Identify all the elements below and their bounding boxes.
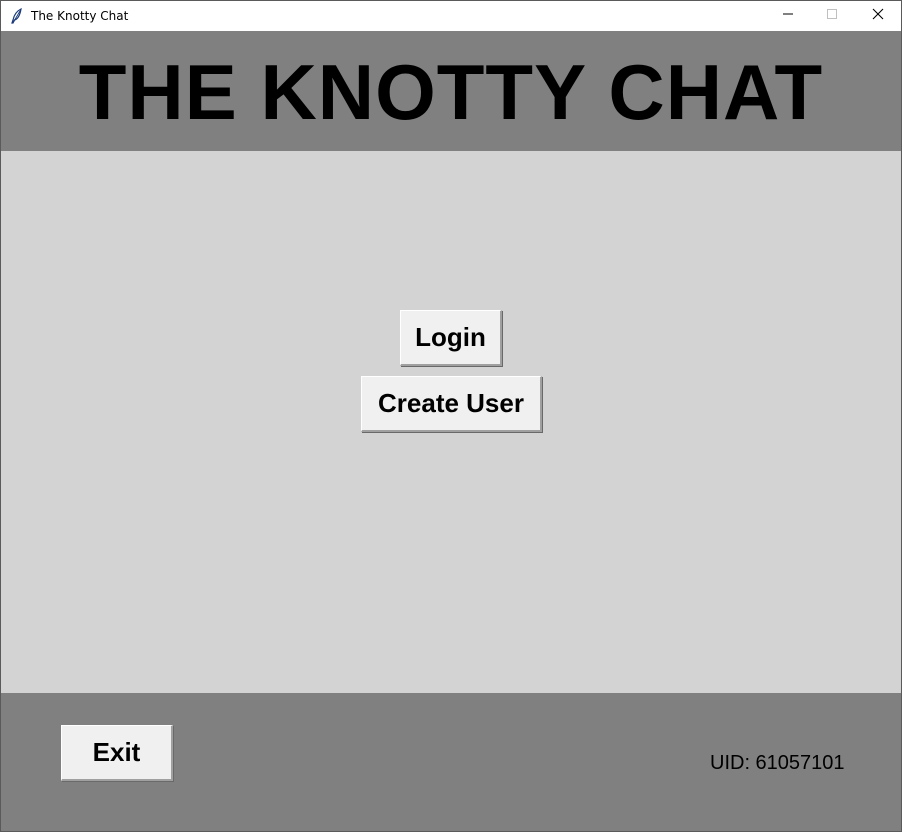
main-panel: Login Create User	[1, 151, 901, 693]
minimize-button[interactable]	[765, 1, 811, 31]
maximize-icon	[826, 7, 838, 25]
maximize-button[interactable]	[809, 1, 855, 31]
title-bar[interactable]: The Knotty Chat	[1, 1, 901, 31]
close-button[interactable]	[855, 1, 901, 31]
minimize-icon	[782, 7, 794, 25]
window-title: The Knotty Chat	[31, 9, 129, 23]
create-user-button[interactable]: Create User	[361, 376, 542, 432]
footer-bar: Exit UID: 61057101	[1, 693, 901, 831]
app-title: THE KNOTTY CHAT	[78, 47, 824, 136]
uid-label: UID: 61057101	[710, 752, 845, 774]
header-banner: THE KNOTTY CHAT	[1, 31, 901, 151]
app-window: The Knotty Chat THE KNOTTY CHAT Login Cr…	[0, 0, 902, 832]
close-icon	[872, 7, 884, 25]
exit-button[interactable]: Exit	[61, 725, 173, 781]
login-button[interactable]: Login	[400, 310, 502, 366]
feather-icon	[10, 7, 24, 24]
